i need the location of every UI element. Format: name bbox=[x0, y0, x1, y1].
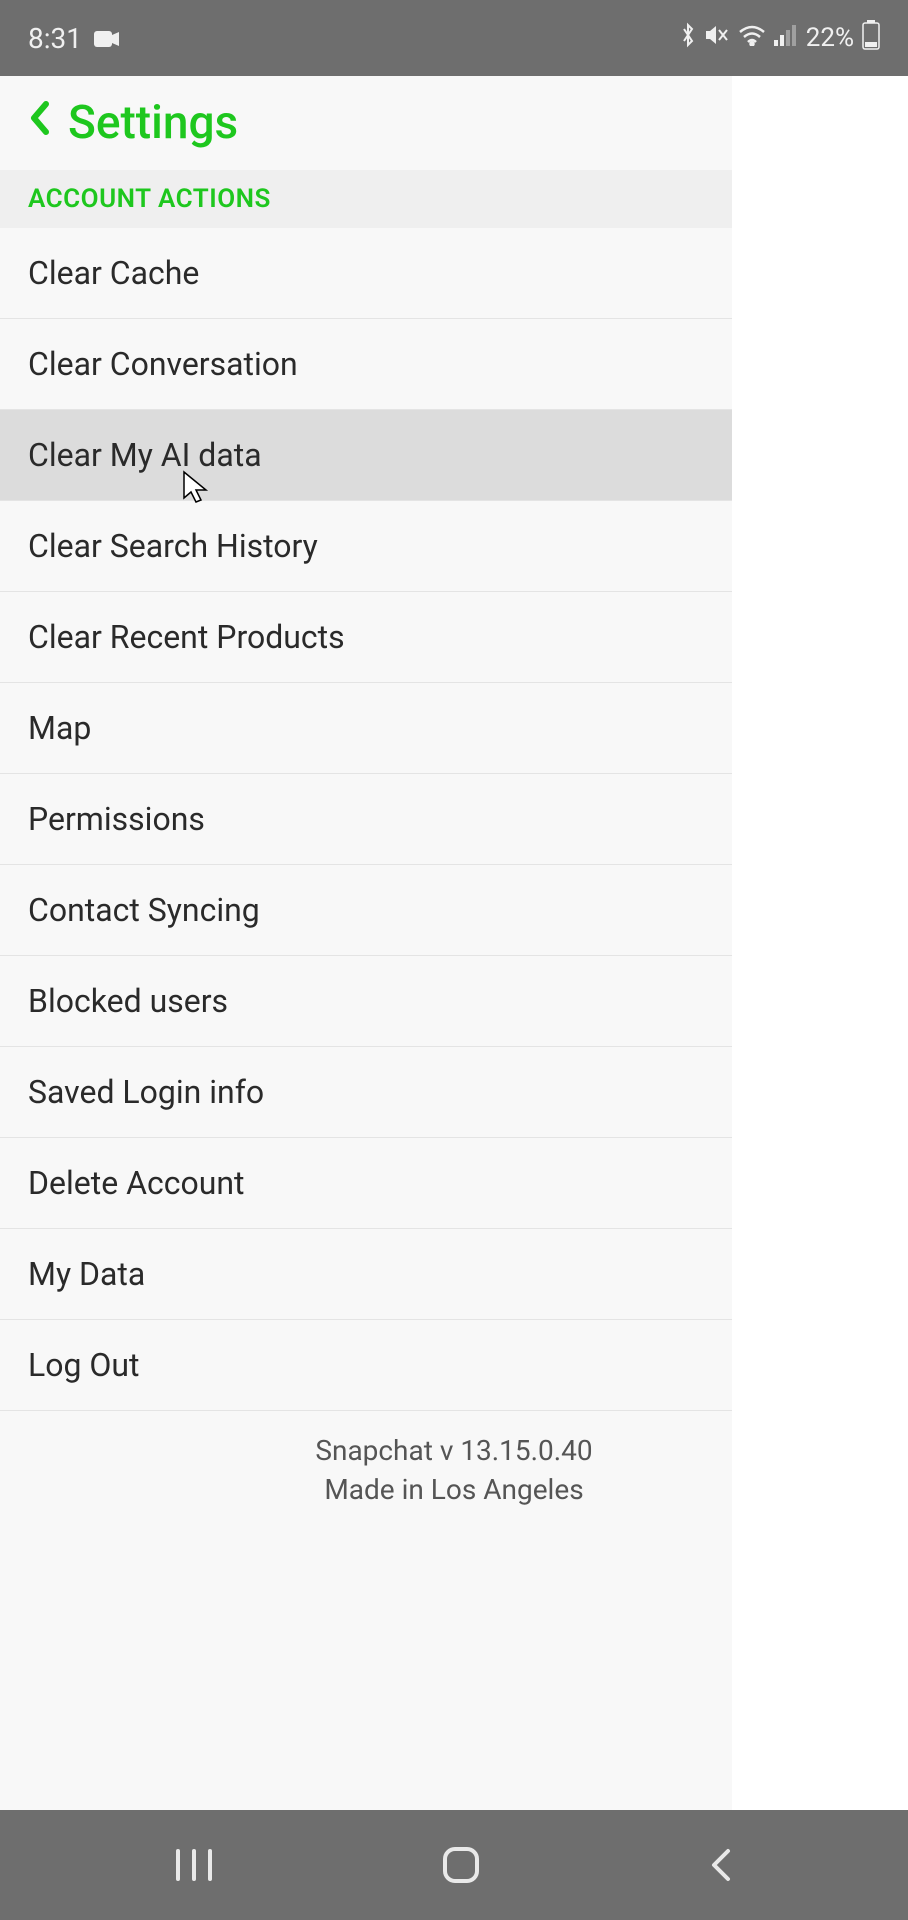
list-item-label: Clear Cache bbox=[28, 254, 199, 292]
home-icon[interactable] bbox=[441, 1845, 481, 1885]
list-item-label: Clear Search History bbox=[28, 527, 318, 565]
list-item-label: Contact Syncing bbox=[28, 891, 260, 929]
recents-icon[interactable] bbox=[174, 1847, 214, 1883]
back-icon[interactable] bbox=[28, 100, 52, 146]
camera-icon bbox=[94, 22, 120, 55]
list-item-label: Clear Conversation bbox=[28, 345, 298, 383]
status-left: 8:31 bbox=[28, 22, 120, 55]
android-nav-bar bbox=[0, 1810, 908, 1920]
list-item-label: Blocked users bbox=[28, 982, 228, 1020]
list-item-label: Log Out bbox=[28, 1346, 140, 1384]
list-item-label: My Data bbox=[28, 1255, 145, 1293]
right-edge-panel bbox=[732, 76, 908, 1810]
page-title: Settings bbox=[68, 96, 238, 150]
battery-percent: 22% bbox=[806, 23, 854, 53]
status-right: 22% bbox=[680, 20, 880, 57]
back-nav-icon[interactable] bbox=[708, 1845, 734, 1885]
status-bar: 8:31 bbox=[0, 0, 908, 76]
list-item-label: Permissions bbox=[28, 800, 205, 838]
bluetooth-icon bbox=[680, 22, 696, 55]
status-time: 8:31 bbox=[28, 22, 82, 55]
battery-icon bbox=[862, 20, 880, 57]
list-item-label: Clear My AI data bbox=[28, 436, 262, 474]
mute-icon bbox=[704, 23, 730, 54]
list-item-label: Clear Recent Products bbox=[28, 618, 345, 656]
list-item-label: Delete Account bbox=[28, 1164, 245, 1202]
signal-icon bbox=[774, 23, 798, 53]
list-item-label: Saved Login info bbox=[28, 1073, 264, 1111]
list-item-label: Map bbox=[28, 709, 91, 747]
wifi-icon bbox=[738, 23, 766, 53]
